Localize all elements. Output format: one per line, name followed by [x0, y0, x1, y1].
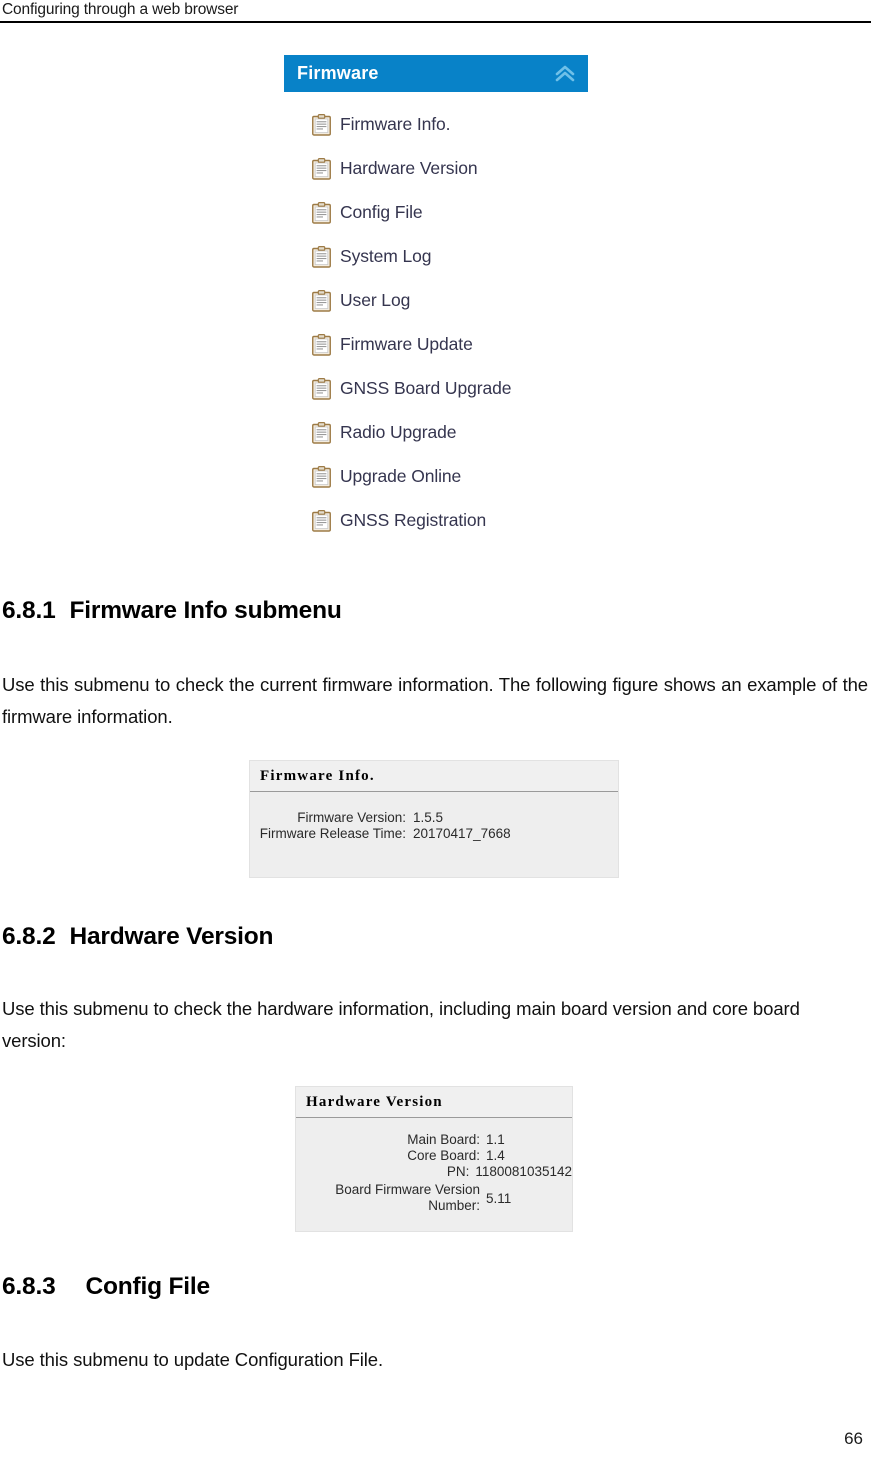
paragraph-6-8-1: Use this submenu to check the current fi… [2, 674, 868, 727]
firmware-version-value: 1.5.5 [413, 810, 444, 825]
paragraph-6-8-2: Use this submenu to check the hardware i… [2, 998, 800, 1051]
hardware-version-title: Hardware Version [296, 1087, 572, 1118]
menu-item-firmware-info[interactable]: Firmware Info. [284, 114, 588, 158]
firmware-info-body: Firmware Version: 1.5.5 Firmware Release… [250, 792, 618, 852]
paragraph-6-8-3: Use this submenu to update Configuration… [2, 1349, 384, 1370]
menu-item-radio-upgrade[interactable]: Radio Upgrade [284, 422, 588, 466]
clipboard-icon [312, 158, 331, 180]
hardware-version-screenshot: Hardware Version Main Board: 1.1 Core Bo… [295, 1086, 573, 1232]
firmware-info-title: Firmware Info. [250, 761, 618, 792]
pn-row: PN: 1180081035142 [296, 1164, 572, 1179]
menu-item-hardware-version[interactable]: Hardware Version [284, 158, 588, 202]
heading-number: 6.8.2 [2, 923, 56, 950]
menu-item-label: GNSS Registration [340, 510, 487, 530]
menu-item-label: User Log [340, 290, 411, 310]
page-number: 66 [844, 1429, 863, 1448]
menu-item-gnss-board-upgrade[interactable]: GNSS Board Upgrade [284, 378, 588, 422]
chevron-up-icon[interactable] [554, 65, 576, 83]
heading-number: 6.8.1 [2, 597, 56, 624]
board-firmware-version-number-value: 5.11 [486, 1190, 512, 1206]
menu-item-label: Hardware Version [340, 158, 478, 178]
main-board-row: Main Board: 1.1 [296, 1132, 572, 1147]
menu-item-user-log[interactable]: User Log [284, 290, 588, 334]
heading-6-8-1: 6.8.1 Firmware Info submenu [2, 597, 342, 625]
firmware-menu-panel: Firmware Firmware Info. Hardware Version… [284, 55, 588, 554]
firmware-release-time-label: Firmware Release Time: [259, 826, 406, 841]
core-board-row: Core Board: 1.4 [296, 1148, 572, 1163]
menu-item-gnss-registration[interactable]: GNSS Registration [284, 510, 588, 554]
heading-title: Config File [85, 1273, 211, 1300]
clipboard-icon [312, 334, 331, 356]
board-firmware-version-number-row: Board Firmware Version Number: 5.11 [296, 1182, 572, 1214]
firmware-menu-title: Firmware [297, 63, 379, 83]
menu-item-label: Radio Upgrade [340, 422, 457, 442]
menu-item-label: Upgrade Online [340, 466, 462, 486]
firmware-menu-list: Firmware Info. Hardware Version Config F… [284, 92, 588, 554]
menu-item-label: GNSS Board Upgrade [340, 378, 512, 398]
core-board-value: 1.4 [486, 1148, 505, 1163]
heading-title: Hardware Version [69, 923, 274, 950]
heading-6-8-2: 6.8.2 Hardware Version [2, 923, 273, 951]
main-board-value: 1.1 [486, 1132, 505, 1147]
pn-value: 1180081035142 [475, 1164, 572, 1179]
hardware-version-body: Main Board: 1.1 Core Board: 1.4 PN: 1180… [296, 1118, 572, 1225]
clipboard-icon [312, 290, 331, 312]
menu-item-config-file[interactable]: Config File [284, 202, 588, 246]
firmware-release-time-row: Firmware Release Time: 20170417_7668 [250, 826, 618, 841]
menu-item-firmware-update[interactable]: Firmware Update [284, 334, 588, 378]
clipboard-icon [312, 202, 331, 224]
heading-6-8-3: 6.8.3 Config File [2, 1273, 210, 1301]
firmware-info-screenshot: Firmware Info. Firmware Version: 1.5.5 F… [249, 760, 619, 878]
firmware-version-label: Firmware Version: [297, 810, 406, 825]
heading-number: 6.8.3 [2, 1273, 56, 1300]
menu-item-system-log[interactable]: System Log [284, 246, 588, 290]
menu-item-label: Config File [340, 202, 423, 222]
firmware-menu-header[interactable]: Firmware [284, 55, 588, 92]
core-board-label: Core Board: [407, 1148, 480, 1163]
clipboard-icon [312, 114, 331, 136]
clipboard-icon [312, 422, 331, 444]
clipboard-icon [312, 510, 331, 532]
clipboard-icon [312, 378, 331, 400]
menu-item-upgrade-online[interactable]: Upgrade Online [284, 466, 588, 510]
board-firmware-version-number-label: Board Firmware Version Number: [335, 1182, 480, 1213]
menu-item-label: Firmware Update [340, 334, 473, 354]
heading-title: Firmware Info submenu [69, 597, 342, 624]
firmware-release-time-value: 20170417_7668 [413, 826, 511, 841]
header-divider [0, 21, 871, 23]
running-head-text: Configuring through a web browser [2, 1, 239, 18]
main-board-label: Main Board: [407, 1132, 480, 1147]
menu-item-label: System Log [340, 246, 432, 266]
page-running-header: Configuring through a web browser [0, 0, 871, 24]
firmware-version-row: Firmware Version: 1.5.5 [250, 810, 618, 825]
menu-item-label: Firmware Info. [340, 114, 451, 134]
clipboard-icon [312, 466, 331, 488]
clipboard-icon [312, 246, 331, 268]
pn-label: PN: [446, 1164, 470, 1179]
